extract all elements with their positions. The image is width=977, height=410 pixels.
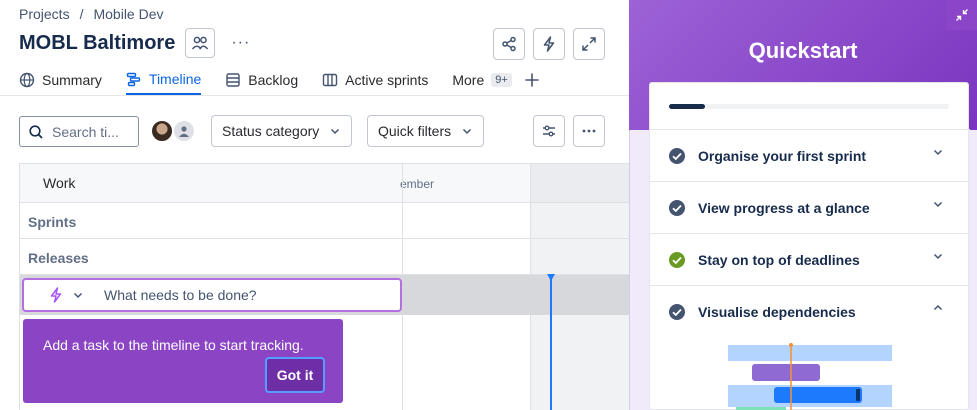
releases-row-label: Releases [28, 250, 89, 266]
timeline-header [531, 164, 630, 203]
sprints-row-label: Sprints [28, 214, 77, 230]
plus-icon [525, 73, 539, 87]
view-settings-button[interactable] [533, 115, 565, 147]
quick-filters-dropdown[interactable]: Quick filters [367, 115, 485, 147]
sprints-row[interactable] [20, 203, 630, 239]
check-circle-icon [669, 147, 685, 164]
tab-timeline-label: Timeline [148, 71, 202, 87]
check-circle-icon [669, 199, 685, 216]
tab-more[interactable]: More 9+ [452, 65, 512, 95]
progress-fill [669, 104, 706, 109]
tab-active-sprints-label: Active sprints [345, 72, 429, 88]
new-item-input[interactable]: What needs to be done? [22, 278, 402, 312]
team-button[interactable] [185, 28, 216, 58]
quickstart-item-label: Organise your first sprint [698, 147, 867, 164]
globe-icon [19, 72, 35, 88]
check-circle-icon [669, 303, 685, 320]
search-icon [29, 124, 43, 139]
tab-active-sprints[interactable]: Active sprints [322, 65, 428, 95]
breadcrumb-separator: / [79, 6, 84, 22]
tab-divider [0, 95, 629, 96]
minimize-icon [955, 9, 968, 21]
tab-summary-label: Summary [42, 72, 102, 88]
quickstart-title: Quickstart [748, 38, 858, 63]
chevron-down-icon [933, 253, 943, 260]
more-count-badge: 9+ [491, 73, 512, 87]
chevron-down-icon [933, 149, 943, 156]
work-column-header: Work [43, 175, 76, 191]
search-placeholder: Search ti... [52, 123, 119, 140]
backlog-icon [226, 73, 240, 87]
people-icon [192, 36, 209, 50]
chevron-up-icon [933, 304, 943, 311]
breadcrumb-current-link[interactable]: Mobile Dev [93, 6, 163, 22]
got-it-button[interactable]: Got it [265, 357, 325, 393]
tab-backlog-label: Backlog [248, 72, 299, 88]
chevron-down-icon [331, 128, 340, 135]
breadcrumb-projects-link[interactable]: Projects [19, 6, 70, 22]
today-marker-head [547, 274, 555, 281]
expand-icon [582, 37, 596, 51]
tab-bar: Summary Timeline Backlog Active sprints … [19, 64, 540, 96]
quickstart-card: Organise your first sprint View progress… [649, 82, 970, 410]
today-marker [550, 275, 552, 410]
share-button[interactable] [493, 28, 525, 60]
search-input[interactable]: Search ti... [19, 116, 139, 147]
quickstart-item-label: Stay on top of deadlines [698, 251, 860, 268]
chevron-down-icon [933, 201, 943, 208]
more-icon [582, 129, 596, 133]
month-header: ember [400, 177, 435, 191]
chevron-down-icon[interactable] [72, 289, 84, 301]
dependencies-illustration [728, 343, 892, 410]
user-icon [179, 126, 189, 137]
fullscreen-button[interactable] [573, 28, 605, 60]
title-row: MOBL Baltimore ··· [19, 28, 250, 58]
check-circle-icon [669, 251, 685, 268]
quickstart-item-dependencies[interactable]: Visualise dependencies [650, 285, 970, 337]
onboarding-tooltip: Add a task to the timeline to start trac… [23, 319, 343, 403]
tab-backlog[interactable]: Backlog [225, 65, 298, 95]
lightning-icon [543, 36, 555, 52]
tab-summary[interactable]: Summary [19, 65, 102, 95]
breadcrumb: Projects / Mobile Dev [19, 6, 164, 22]
status-category-label: Status category [222, 123, 320, 139]
avatar[interactable] [150, 119, 174, 143]
lightning-icon [50, 287, 62, 303]
more-actions-button[interactable]: ··· [231, 34, 250, 52]
page-title: MOBL Baltimore [19, 31, 176, 54]
unassigned-avatar[interactable] [172, 119, 196, 143]
tab-timeline[interactable]: Timeline [125, 65, 202, 95]
quickstart-item-deadlines[interactable]: Stay on top of deadlines [650, 233, 970, 285]
sliders-icon [543, 125, 555, 137]
quickstart-item-organise-sprint[interactable]: Organise your first sprint [650, 129, 970, 181]
more-options-button[interactable] [573, 115, 605, 147]
quickstart-item-label: View progress at a glance [698, 199, 870, 216]
status-category-dropdown[interactable]: Status category [211, 115, 353, 147]
quickstart-item-label: Visualise dependencies [698, 303, 856, 320]
collapse-panel-button[interactable] [946, 0, 977, 30]
progress-track [669, 104, 949, 109]
releases-row[interactable] [20, 239, 630, 275]
assignee-avatars [150, 119, 196, 143]
automation-button[interactable] [533, 28, 565, 60]
board-icon [322, 73, 338, 87]
chevron-down-icon [463, 128, 472, 135]
quick-filters-label: Quick filters [378, 123, 452, 139]
quickstart-item-view-progress[interactable]: View progress at a glance [650, 181, 970, 233]
share-icon [502, 36, 516, 52]
tooltip-text: Add a task to the timeline to start trac… [43, 337, 304, 353]
timeline-icon [126, 72, 141, 87]
tab-more-label: More [452, 72, 485, 88]
add-tab-button[interactable] [524, 65, 540, 95]
new-item-placeholder: What needs to be done? [104, 287, 257, 303]
